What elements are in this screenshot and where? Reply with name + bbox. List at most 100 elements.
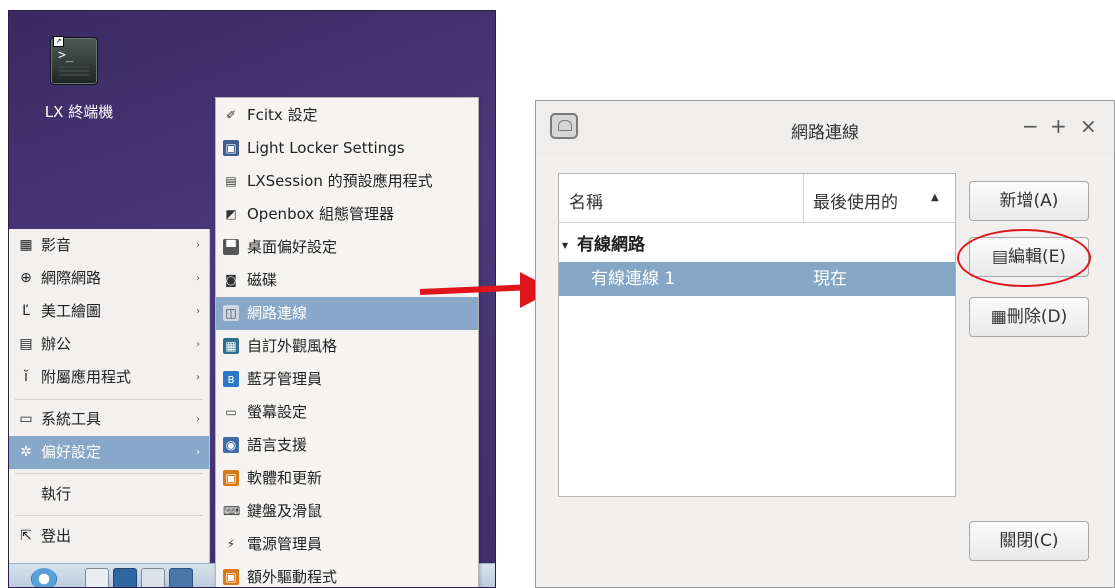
submenu-item-appearance[interactable]: ▦ 自訂外觀風格 <box>216 330 478 363</box>
menu-item-label: 美工繪圖 <box>41 302 102 320</box>
start-menu-icon[interactable] <box>31 568 57 587</box>
add-button-label: 新增(A) <box>999 191 1059 211</box>
accessories-icon: ĭ <box>24 369 28 385</box>
desktop-switch-icon[interactable] <box>169 568 193 587</box>
expander-icon[interactable]: ▾ <box>562 228 568 262</box>
menu-item-label: 執行 <box>41 485 72 503</box>
desktop-screenshot: ↗ >_ LX 終端機 ▦ 影音 › ⊕ 網際網路 › Ľ 美工繪圖 › ▤ 辦… <box>8 10 496 588</box>
terminal-icon[interactable]: ↗ >_ <box>50 36 98 85</box>
language-icon: ◉ <box>223 437 239 453</box>
submenu-item-openbox[interactable]: ◩ Openbox 組態管理器 <box>216 198 478 231</box>
menu-item-internet[interactable]: ⊕ 網際網路 › <box>9 262 209 295</box>
light-locker-icon: ▣ <box>223 140 239 156</box>
globe-icon: ⊕ <box>20 270 32 286</box>
disk-icon: ◙ <box>223 272 239 288</box>
submenu-item-label: 額外驅動程式 <box>247 568 338 586</box>
network-icon: ◫ <box>223 305 239 321</box>
title-bar[interactable]: 網路連線 − + × <box>536 101 1114 157</box>
paint-icon: Ľ <box>22 303 30 319</box>
submenu-arrow-icon: › <box>196 273 200 284</box>
submenu-arrow-icon: › <box>196 372 200 383</box>
submenu-item-label: 語言支援 <box>247 436 308 454</box>
file-manager-icon[interactable] <box>85 568 109 587</box>
desktop-pref-icon: ▀ <box>223 239 239 255</box>
column-divider[interactable] <box>803 174 804 222</box>
column-header-name[interactable]: 名稱 <box>569 188 603 213</box>
logout-icon: ⇱ <box>20 528 32 544</box>
office-icon: ▤ <box>19 336 33 352</box>
submenu-item-desktop-preferences[interactable]: ▀ 桌面偏好設定 <box>216 231 478 264</box>
delete-icon: ▦ <box>990 307 1007 327</box>
delete-button-label: 刪除(D) <box>1006 307 1068 327</box>
submenu-item-label: 藍牙管理員 <box>247 370 323 388</box>
submenu-item-additional-drivers[interactable]: ▣ 額外驅動程式 <box>216 561 478 587</box>
browser-icon[interactable] <box>113 568 137 587</box>
menu-item-accessories[interactable]: ĭ 附屬應用程式 › <box>9 361 209 394</box>
menu-item-preferences[interactable]: ✲ 偏好設定 › <box>9 436 209 469</box>
column-header-last-used[interactable]: 最後使用的 <box>813 188 898 213</box>
submenu-item-fcitx[interactable]: ✐ Fcitx 設定 <box>216 99 478 132</box>
submenu-item-software-updates[interactable]: ▣ 軟體和更新 <box>216 462 478 495</box>
lxsession-icon: ▤ <box>223 173 239 189</box>
submenu-item-label: Fcitx 設定 <box>247 106 318 124</box>
terminal-taskbar-icon[interactable] <box>141 568 165 587</box>
minimize-button[interactable]: − <box>1022 114 1039 138</box>
menu-item-label: 登出 <box>41 527 72 545</box>
video-icon: ▦ <box>19 237 33 253</box>
submenu-item-label: Openbox 組態管理器 <box>247 205 394 223</box>
close-button[interactable]: 關閉(C) <box>969 521 1089 561</box>
bluetooth-icon: ʙ <box>223 371 239 387</box>
connection-row[interactable]: 有線連線 1 現在 <box>559 262 955 296</box>
delete-button[interactable]: ▦刪除(D) <box>969 297 1089 337</box>
submenu-item-monitor[interactable]: ▭ 螢幕設定 <box>216 396 478 429</box>
submenu-item-light-locker[interactable]: ▣ Light Locker Settings <box>216 132 478 165</box>
submenu-arrow-icon: › <box>196 339 200 350</box>
submenu-item-label: 自訂外觀風格 <box>247 337 338 355</box>
submenu-item-keyboard-mouse[interactable]: ⌨ 鍵盤及滑鼠 <box>216 495 478 528</box>
main-menu: ▦ 影音 › ⊕ 網際網路 › Ľ 美工繪圖 › ▤ 辦公 › ĭ 附屬應用程式… <box>9 229 210 563</box>
group-row-wired[interactable]: ▾ 有線網路 <box>559 228 955 262</box>
menu-item-logout[interactable]: ⇱ 登出 <box>9 520 209 553</box>
close-button-label: 關閉(C) <box>999 531 1059 551</box>
appearance-icon: ▦ <box>223 338 239 354</box>
terminal-prompt-icon: >_ <box>58 48 74 63</box>
shortcut-arrow-icon: ↗ <box>53 36 64 47</box>
menu-item-graphics[interactable]: Ľ 美工繪圖 › <box>9 295 209 328</box>
software-update-icon: ▣ <box>223 470 239 486</box>
annotation-circle <box>957 229 1091 287</box>
submenu-item-language[interactable]: ◉ 語言支援 <box>216 429 478 462</box>
terminal-label[interactable]: LX 終端機 <box>39 101 119 122</box>
submenu-item-label: 螢幕設定 <box>247 403 308 421</box>
preferences-icon: ✲ <box>20 444 32 460</box>
menu-item-label: 影音 <box>41 236 72 254</box>
submenu-item-label: LXSession 的預設應用程式 <box>247 172 433 190</box>
submenu-arrow-icon: › <box>196 414 200 425</box>
list-header: 名稱 最後使用的 ▲ <box>559 174 955 223</box>
group-label: 有線網路 <box>577 235 645 255</box>
sort-ascending-icon: ▲ <box>931 192 939 203</box>
openbox-icon: ◩ <box>223 206 239 222</box>
monitor-icon: ▭ <box>223 404 239 420</box>
submenu-item-lxsession[interactable]: ▤ LXSession 的預設應用程式 <box>216 165 478 198</box>
close-window-button[interactable]: × <box>1080 114 1097 138</box>
add-button[interactable]: 新增(A) <box>969 181 1089 221</box>
submenu-item-bluetooth[interactable]: ʙ 藍牙管理員 <box>216 363 478 396</box>
system-tools-icon: ▭ <box>19 411 33 427</box>
submenu-arrow-icon: › <box>196 447 200 458</box>
submenu-arrow-icon: › <box>196 240 200 251</box>
menu-separator <box>15 515 203 516</box>
submenu-item-label: 電源管理員 <box>247 535 323 553</box>
menu-item-run[interactable]: 執行 <box>9 478 209 511</box>
drivers-icon: ▣ <box>223 569 239 585</box>
submenu-arrow-icon: › <box>196 306 200 317</box>
submenu-item-power-manager[interactable]: ⚡ 電源管理員 <box>216 528 478 561</box>
submenu-item-label: 桌面偏好設定 <box>247 238 338 256</box>
menu-item-office[interactable]: ▤ 辦公 › <box>9 328 209 361</box>
menu-item-multimedia[interactable]: ▦ 影音 › <box>9 229 209 262</box>
fcitx-icon: ✐ <box>223 107 239 123</box>
connection-name: 有線連線 1 <box>591 269 676 289</box>
preferences-submenu: ✐ Fcitx 設定 ▣ Light Locker Settings ▤ LXS… <box>215 97 479 587</box>
submenu-item-network-connections[interactable]: ◫ 網路連線 <box>216 297 478 330</box>
menu-item-system-tools[interactable]: ▭ 系統工具 › <box>9 403 209 436</box>
maximize-button[interactable]: + <box>1050 114 1067 138</box>
